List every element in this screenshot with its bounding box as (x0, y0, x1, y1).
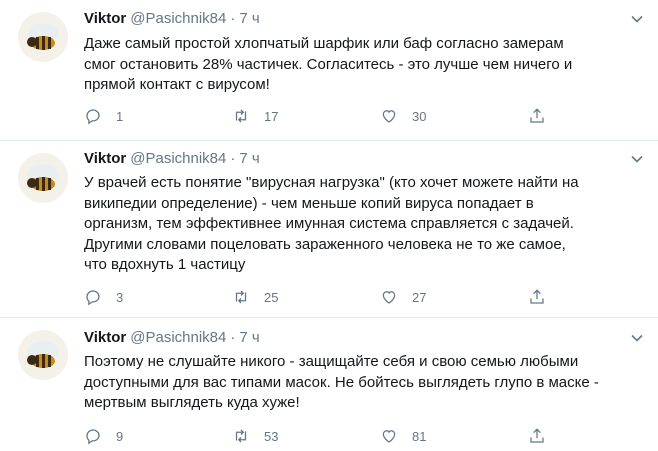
tweet-header: Viktor @Pasichnik84 · 7 ч (84, 149, 260, 169)
author-name[interactable]: Viktor (84, 10, 126, 27)
like-button[interactable]: 30 (380, 106, 426, 126)
bee-avatar (18, 12, 68, 62)
share-icon (530, 289, 544, 304)
author-handle[interactable]: @Pasichnik84 (130, 329, 226, 346)
heart-icon (382, 110, 396, 123)
heart-icon (382, 430, 396, 443)
avatar[interactable] (18, 12, 68, 62)
like-button[interactable]: 81 (380, 426, 426, 446)
reply-button[interactable]: 9 (84, 426, 123, 446)
tweet-header: Viktor @Pasichnik84 · 7 ч (84, 9, 260, 29)
separator-dot: · (230, 10, 236, 27)
share-icon (530, 428, 544, 443)
retweet-count: 53 (264, 428, 279, 444)
author-handle[interactable]: @Pasichnik84 (130, 10, 226, 27)
timestamp[interactable]: 7 ч (239, 150, 259, 167)
reply-count: 1 (116, 108, 124, 124)
more-button[interactable] (628, 10, 646, 28)
bee-avatar (18, 153, 68, 203)
chevron-down-icon (631, 15, 643, 23)
tweet-header: Viktor @Pasichnik84 · 7 ч (84, 328, 260, 348)
reply-icon (86, 290, 100, 306)
share-button[interactable] (528, 106, 546, 126)
tweet-text: Поэтому не слушайте никого - защищайте с… (84, 353, 599, 411)
reply-button[interactable]: 1 (84, 106, 123, 126)
tweet-text: У врачей есть понятие "вирусная нагрузка… (84, 174, 579, 273)
reply-icon (86, 429, 100, 445)
tweet[interactable]: Viktor @Pasichnik84 · 7 ч У врачей есть пон… (0, 141, 658, 317)
timestamp[interactable]: 7 ч (239, 329, 259, 346)
heart-icon (382, 291, 396, 304)
avatar[interactable] (18, 330, 68, 380)
share-button[interactable] (528, 287, 546, 307)
like-button[interactable]: 27 (380, 287, 426, 307)
more-button[interactable] (628, 150, 646, 168)
share-icon (530, 108, 544, 123)
author-handle[interactable]: @Pasichnik84 (130, 150, 226, 167)
retweet-icon (235, 429, 247, 443)
retweet-icon (235, 109, 247, 123)
reply-icon (86, 109, 100, 125)
reply-count: 3 (116, 289, 124, 305)
tweet[interactable]: Viktor @Pasichnik84 · 7 ч Даже самый просто… (0, 0, 658, 140)
retweet-button[interactable]: 25 (232, 287, 278, 307)
tweet-actions: 1 17 30 (84, 106, 554, 126)
reply-button[interactable]: 3 (84, 287, 123, 307)
avatar[interactable] (18, 153, 68, 203)
like-count: 30 (412, 108, 427, 124)
like-count: 81 (412, 428, 427, 444)
reply-count: 9 (116, 428, 124, 444)
retweet-icon (235, 290, 247, 304)
author-name[interactable]: Viktor (84, 329, 126, 346)
retweet-count: 17 (264, 108, 279, 124)
author-name[interactable]: Viktor (84, 150, 126, 167)
separator-dot: · (230, 329, 236, 346)
retweet-button[interactable]: 17 (232, 106, 278, 126)
retweet-count: 25 (264, 289, 279, 305)
retweet-button[interactable]: 53 (232, 426, 278, 446)
like-count: 27 (412, 289, 427, 305)
bee-avatar (18, 330, 68, 380)
chevron-down-icon (631, 334, 643, 342)
tweet[interactable]: Viktor @Pasichnik84 · 7 ч Поэтому не слушай… (0, 318, 658, 451)
chevron-down-icon (631, 155, 643, 163)
more-button[interactable] (628, 329, 646, 347)
tweet-actions: 3 25 27 (84, 287, 554, 307)
share-button[interactable] (528, 426, 546, 446)
timestamp[interactable]: 7 ч (239, 10, 259, 27)
tweet-text: Даже самый простой хлопчатый шарфик или … (84, 35, 573, 93)
tweet-thread: Viktor @Pasichnik84 · 7 ч Даже самый просто… (0, 0, 658, 451)
tweet-actions: 9 53 81 (84, 426, 554, 446)
separator-dot: · (230, 150, 236, 167)
